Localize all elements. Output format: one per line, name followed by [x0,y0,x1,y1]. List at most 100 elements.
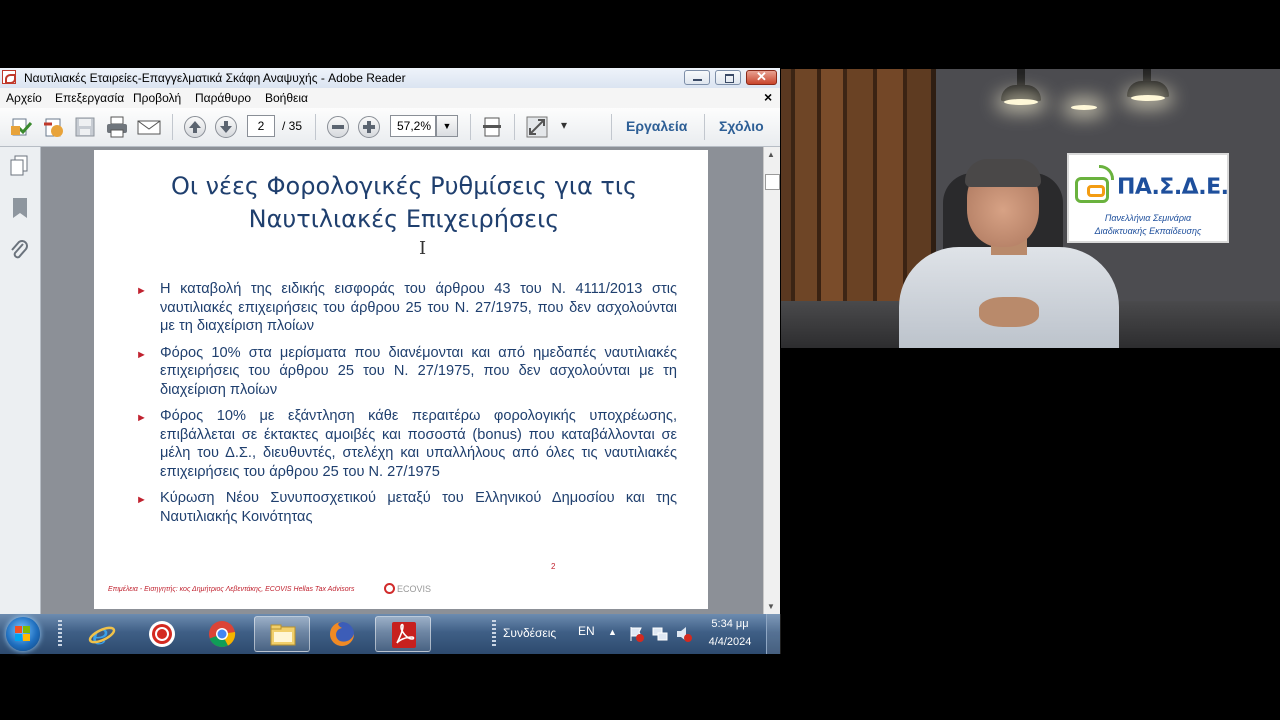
attachments-icon[interactable] [9,239,29,266]
taskbar-firefox[interactable] [314,616,370,652]
slide-bullet: ► Φόρος 10% στα μερίσματα που διανέμονται… [134,344,677,400]
adobe-reader-icon [390,621,418,649]
menu-view[interactable]: Προβολή [133,91,181,105]
scroll-up-icon[interactable]: ▲ [767,150,775,159]
internet-explorer-icon: e [88,618,116,651]
print-icon[interactable] [106,116,128,138]
maximize-button[interactable] [715,70,741,85]
zoom-out-icon[interactable] [327,116,349,138]
comment-pane-button[interactable]: Σχόλιο [719,118,764,134]
page-total: / 35 [282,119,303,133]
toolbar-separator [172,114,173,140]
windows-logo-icon [15,626,31,642]
ecovis-logo: ECOVIS [384,583,431,594]
ecovis-logo-icon [384,583,395,594]
vertical-scrollbar[interactable]: ▲ ▼ [763,147,780,614]
bullet-text: Φόρος 10% με εξάντληση κάθε περαιτέρω φο… [160,408,677,480]
taskbar-media-player[interactable] [134,616,190,652]
start-button[interactable] [6,617,40,651]
bullet-text: Κύρωση Νέου Συνυποσχετικού μεταξύ του Ελ… [160,490,677,525]
scroll-down-icon[interactable]: ▼ [767,602,775,611]
show-desktop-button[interactable] [766,614,781,654]
toolbar-separator [704,114,705,140]
ceiling-lamp [1143,69,1151,81]
menu-edit[interactable]: Επεξεργασία [55,91,124,105]
chrome-icon [208,620,236,648]
presenter-video: ΠΑ.Σ.Δ.Ε. Πανελλήνια Σεμινάρια Διαδικτυα… [781,69,1280,348]
lamp-light [1071,105,1097,110]
create-pdf-icon[interactable] [10,116,33,138]
taskbar-chrome[interactable] [194,616,250,652]
show-hidden-icons-icon[interactable]: ▲ [608,627,617,637]
taskbar-grip [58,620,62,648]
title-bar: Ναυτιλιακές Εταιρείες-Επαγγελματικά Σκάφ… [0,68,780,89]
taskbar-internet-explorer[interactable]: e [74,616,130,652]
language-indicator[interactable]: EN [578,624,595,638]
next-page-icon[interactable] [215,116,237,138]
tray-toolbar-label[interactable]: Συνδέσεις [503,626,556,640]
fit-page-icon[interactable] [481,116,503,138]
presenter-hands [979,297,1039,327]
more-tools-chevron-icon[interactable]: ▾ [561,118,567,132]
toolbar: 2 / 35 57,2% ▼ ▾ Εργαλεία Σχόλιο [0,108,780,147]
close-button[interactable]: ✕ [746,69,777,85]
bullet-text: Φόρος 10% στα μερίσματα που διανέμονται … [160,344,677,398]
presenter-hair [965,159,1041,187]
page-number-input[interactable]: 2 [247,115,275,137]
slide-footer: Επιμέλεια - Εισηγητής: κος Δημήτριος Λεβ… [108,586,355,593]
toolbar-separator [611,114,612,140]
lamp-light [1004,99,1038,105]
minimize-button[interactable] [684,70,710,85]
toolbar-separator [514,114,515,140]
firefox-icon [328,620,356,648]
logo-name: ΠΑ.Σ.Δ.Ε. [1117,175,1229,200]
ceiling-lamp [1017,69,1025,85]
network-icon[interactable] [652,626,668,647]
slide-bullet: ► Κύρωση Νέου Συνυποσχετικού μεταξύ του Ε… [134,489,677,526]
tools-pane-button[interactable]: Εργαλεία [626,118,687,134]
adobe-reader-app-icon [2,70,16,84]
menu-window[interactable]: Παράθυρο [195,91,251,105]
zoom-in-icon[interactable] [358,116,380,138]
toolbar-separator [315,114,316,140]
slide-title-line-2: Ναυτιλιακές Επιχειρήσεις [248,205,560,233]
volume-muted-icon[interactable] [676,626,692,647]
zoom-dropdown-button[interactable]: ▼ [436,115,458,137]
slide-page-number: 2 [551,562,556,571]
scrollbar-thumb[interactable] [765,174,780,190]
edit-pdf-icon[interactable] [42,116,64,138]
taskbar-file-explorer[interactable] [254,616,310,652]
bullet-text: Η καταβολή της ειδικής εισφοράς του άρθρ… [160,281,677,334]
action-center-flag-icon[interactable] [628,626,644,647]
clock-date[interactable]: 4/4/2024 [700,636,760,648]
file-explorer-icon [269,621,297,649]
close-icon: ✕ [756,69,767,84]
close-document-button[interactable]: × [764,89,772,105]
slide-bullet: ► Η καταβολή της ειδικής εισφοράς του άρθ… [134,280,677,336]
window-title: Ναυτιλιακές Εταιρείες-Επαγγελματικά Σκάφ… [24,71,406,85]
bullet-arrow-icon: ► [136,412,147,424]
lamp-light [1131,95,1165,101]
save-icon[interactable] [74,116,96,138]
email-icon[interactable] [137,116,161,138]
pages-icon[interactable] [9,155,29,182]
zoom-level-input[interactable]: 57,2% [390,115,436,137]
menu-help[interactable]: Βοήθεια [265,91,308,105]
taskbar-adobe-reader[interactable] [375,616,431,652]
text-cursor-icon: I [419,238,427,259]
ecovis-logo-text: ECOVIS [397,584,432,594]
slide-bullet-list: ► Η καταβολή της ειδικής εισφοράς του άρθ… [134,280,677,534]
fullscreen-icon[interactable] [526,116,548,138]
bookmarks-icon[interactable] [10,197,30,224]
menu-file[interactable]: Αρχείο [6,91,42,105]
toolbar-separator [470,114,471,140]
pdf-page: Οι νέες Φορολογικές Ρυθμίσεις για τις Να… [94,150,708,609]
slide-title: Οι νέες Φορολογικές Ρυθμίσεις για τις Να… [124,170,684,236]
clock-time[interactable]: 5:34 μμ [700,618,760,630]
media-icon [148,620,176,648]
slide-title-line-1: Οι νέες Φορολογικές Ρυθμίσεις για τις [170,172,638,200]
taskbar: e Συνδέσεις EN ▲ 5:34 μμ 4/4/2024 [0,614,781,654]
menu-bar: Αρχείο Επεξεργασία Προβολή Παράθυρο Βοήθ… [0,88,780,108]
previous-page-icon[interactable] [184,116,206,138]
presenter [899,159,1119,348]
